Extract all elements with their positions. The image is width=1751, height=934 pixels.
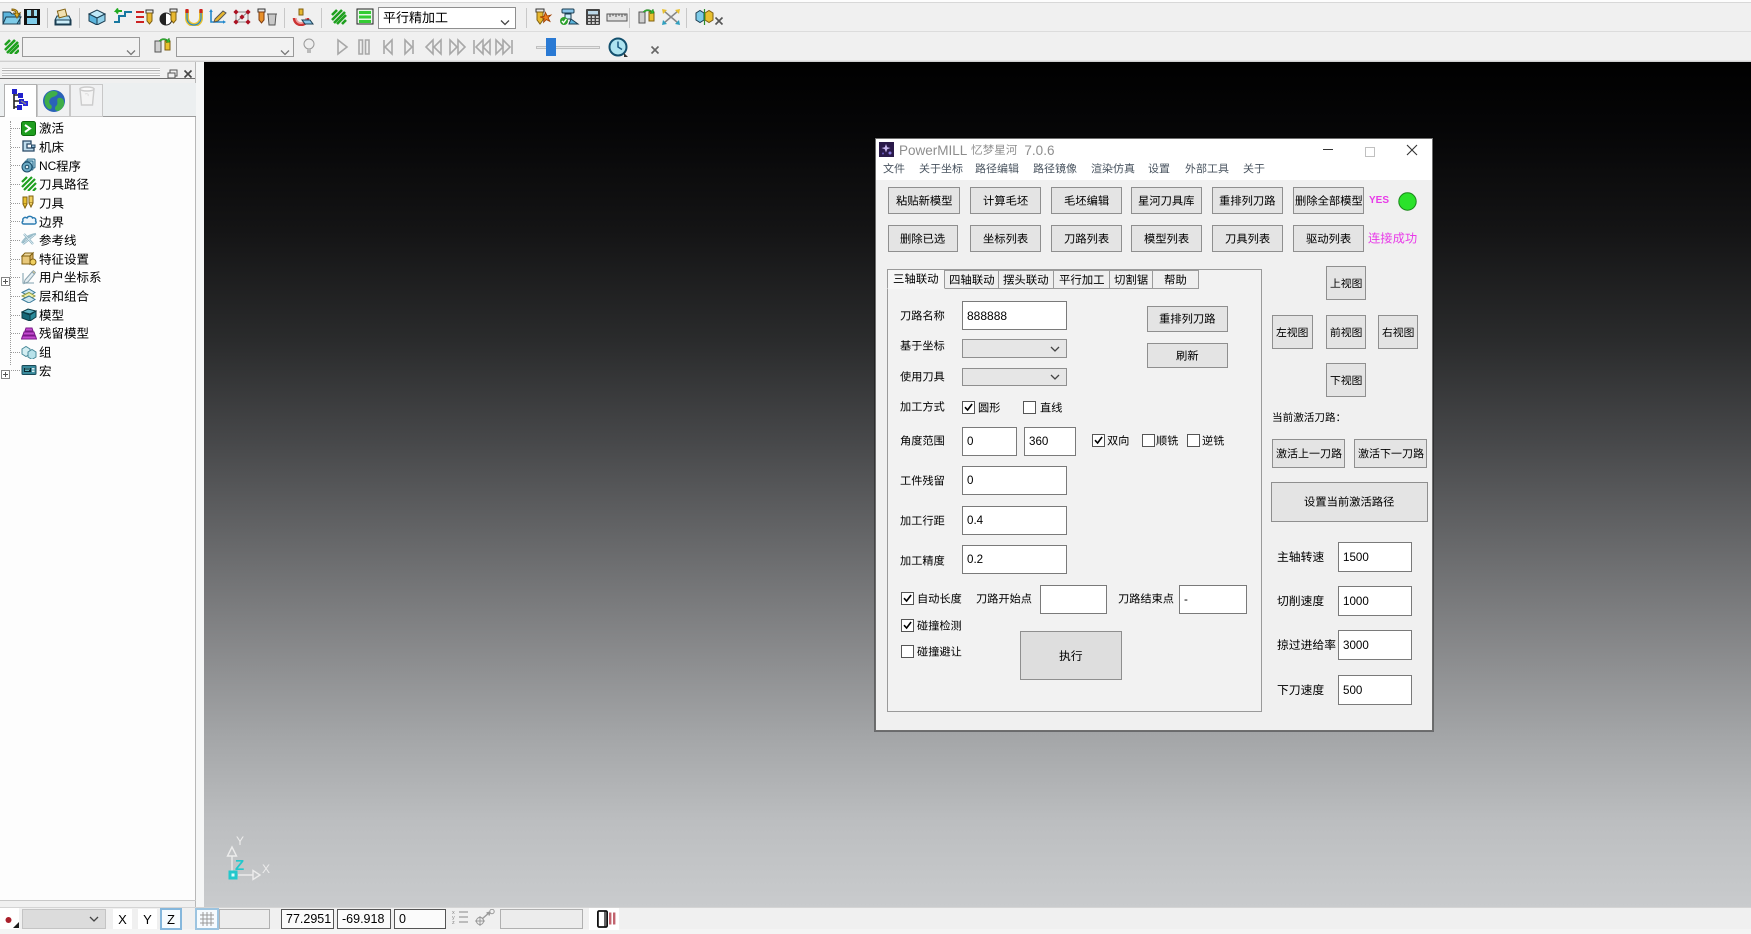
svg-text:z: z — [452, 920, 455, 925]
svg-text:X: X — [262, 862, 270, 876]
svg-text:Y: Y — [236, 834, 244, 848]
